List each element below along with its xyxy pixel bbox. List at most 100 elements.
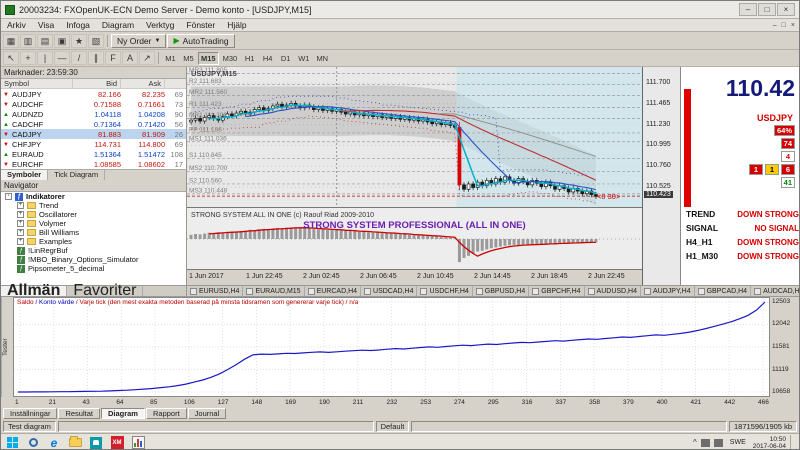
table-row-cadjpy[interactable]: CADJPY▼81.88381.90926 <box>1 129 186 139</box>
trendline-icon[interactable]: / <box>71 51 87 65</box>
channel-icon[interactable]: ∥ <box>88 51 104 65</box>
autotrading-button[interactable]: ▶ AutoTrading <box>167 34 234 48</box>
table-row-eurchf[interactable]: EURCHF▼1.085851.0860217 <box>1 159 186 169</box>
tree-group-oscillatorer[interactable]: +Oscillatorer <box>1 210 186 219</box>
column-ask[interactable]: Ask <box>121 79 165 88</box>
tray-expand-icon[interactable]: ^ <box>693 438 697 447</box>
tester-tab-inst-llningar[interactable]: Inställningar <box>3 408 57 419</box>
market-watch-tab-symboler[interactable]: Symboler <box>1 170 48 180</box>
chart-tab-euraud-m15[interactable]: EURAUD,M15 <box>243 286 304 296</box>
menu-arkiv[interactable]: Arkiv <box>1 20 32 30</box>
price-scale[interactable]: 111.700111.465111.230110.995110.760110.5… <box>642 67 681 285</box>
new-chart-icon[interactable]: ▦ <box>3 34 19 48</box>
tree-leaf-mbo-binary-options-simulator[interactable]: ƒ!MBO_Binary_Options_Simulator <box>1 255 186 264</box>
volume-icon[interactable] <box>714 439 723 447</box>
new-order-button[interactable]: Ny Order ▼ <box>111 34 166 48</box>
menu-visa[interactable]: Visa <box>32 20 60 30</box>
file-explorer-icon[interactable] <box>66 435 84 450</box>
chart-tab-usdchf-h4[interactable]: USDCHF,H4 <box>417 286 472 296</box>
network-icon[interactable] <box>701 439 710 447</box>
expand-icon[interactable]: + <box>17 211 24 218</box>
tree-group-bill-williams[interactable]: +Bill Williams <box>1 228 186 237</box>
profiles-icon[interactable]: ▥ <box>20 34 36 48</box>
chart-tab-audcad-h4[interactable]: AUDCAD,H4 <box>751 286 799 296</box>
tree-leaf-linregrbuf[interactable]: ƒ!LinRegrBuf <box>1 246 186 255</box>
timeframe-m5[interactable]: M5 <box>180 52 197 65</box>
indicator-chart[interactable]: STRONG SYSTEM ALL IN ONE (c) Raouf Riad … <box>187 207 642 269</box>
horizontal-line-icon[interactable]: — <box>54 51 70 65</box>
expand-icon[interactable]: + <box>17 229 24 236</box>
child-minimize-button[interactable]: – <box>773 22 777 29</box>
menu-infoga[interactable]: Infoga <box>60 20 96 30</box>
tester-tab-diagram[interactable]: Diagram <box>101 408 145 419</box>
cursor-icon[interactable]: ↖ <box>3 51 19 65</box>
minimize-button[interactable]: – <box>739 3 757 16</box>
timeframe-h4[interactable]: H4 <box>259 52 276 65</box>
crosshair-icon[interactable]: + <box>20 51 36 65</box>
fibonacci-icon[interactable]: F <box>105 51 121 65</box>
menu-f-nster[interactable]: Fönster <box>180 20 221 30</box>
column-bid[interactable]: Bid <box>73 79 121 88</box>
tree-root-indikatorer[interactable]: -ƒIndikatorer <box>1 192 186 201</box>
tester-tab-rapport[interactable]: Rapport <box>146 408 187 419</box>
tree-group-volymer[interactable]: +Volymer <box>1 219 186 228</box>
timeframe-m15[interactable]: M15 <box>198 52 219 65</box>
text-icon[interactable]: A <box>122 51 138 65</box>
timeframe-d1[interactable]: D1 <box>277 52 294 65</box>
menu-verktyg[interactable]: Verktyg <box>140 20 180 30</box>
market-watch-tab-tick-diagram[interactable]: Tick Diagram <box>48 170 105 180</box>
child-close-button[interactable]: × <box>791 22 795 29</box>
market-watch-icon[interactable]: ▤ <box>37 34 53 48</box>
main-chart[interactable]: MR3 111.805R2 111.683MR2 111.560R1 111.4… <box>187 67 642 207</box>
terminal-icon[interactable]: ▧ <box>88 34 104 48</box>
table-row-audjpy[interactable]: AUDJPY▼82.16682.23569 <box>1 89 186 99</box>
chart-tab-gbpchf-h4[interactable]: GBPCHF,H4 <box>529 286 584 296</box>
show-desktop-button[interactable] <box>790 435 794 450</box>
arrows-icon[interactable]: ↗ <box>139 51 155 65</box>
xm-icon[interactable]: XM <box>108 435 126 450</box>
chart-tab-eurusd-h4[interactable]: EURUSD,H4 <box>187 286 243 296</box>
timeframe-w1[interactable]: W1 <box>295 52 312 65</box>
edge-icon[interactable]: e <box>45 435 63 450</box>
data-window-icon[interactable]: ▣ <box>54 34 70 48</box>
expand-icon[interactable]: + <box>17 238 24 245</box>
chart-tab-audjpy-h4[interactable]: AUDJPY,H4 <box>641 286 695 296</box>
expand-icon[interactable]: + <box>17 220 24 227</box>
tester-tab-resultat[interactable]: Resultat <box>58 408 100 419</box>
chart-tab-eurcad-h4[interactable]: EURCAD,H4 <box>305 286 361 296</box>
column-symbol[interactable]: Symbol <box>1 79 73 88</box>
vertical-line-icon[interactable]: | <box>37 51 53 65</box>
taskbar-clock[interactable]: 10:50 2017-06-04 <box>753 436 786 450</box>
metatrader-icon[interactable] <box>129 435 147 450</box>
tester-tab-journal[interactable]: Journal <box>188 408 227 419</box>
tree-group-trend[interactable]: +Trend <box>1 201 186 210</box>
table-row-cadchf[interactable]: CADCHF▲0.713640.7142056 <box>1 119 186 129</box>
timeframe-m30[interactable]: M30 <box>220 52 241 65</box>
tree-leaf-pipsometer-5-decimal[interactable]: ƒPipsometer_5_decimal <box>1 264 186 273</box>
store-icon[interactable] <box>87 435 105 450</box>
timeframe-m1[interactable]: M1 <box>162 52 179 65</box>
table-row-euraud[interactable]: EURAUD▲1.513641.51472108 <box>1 149 186 159</box>
tester-vertical-label[interactable]: Tester <box>1 297 13 397</box>
cortana-icon[interactable] <box>24 435 42 450</box>
restore-button[interactable]: □ <box>758 3 776 16</box>
navigator-tab-allm-n[interactable]: Allmän <box>1 286 67 296</box>
chart-tab-usdcad-h4[interactable]: USDCAD,H4 <box>361 286 417 296</box>
table-row-audchf[interactable]: AUDCHF▼0.715880.7166173 <box>1 99 186 109</box>
chart-tab-audusd-h4[interactable]: AUDUSD,H4 <box>585 286 641 296</box>
table-row-chfjpy[interactable]: CHFJPY▼114.731114.80069 <box>1 139 186 149</box>
start-button[interactable] <box>3 435 21 450</box>
menu-hj-lp[interactable]: Hjälp <box>221 20 252 30</box>
timeframe-h1[interactable]: H1 <box>241 52 258 65</box>
navigator-icon[interactable]: ★ <box>71 34 87 48</box>
collapse-icon[interactable]: - <box>5 193 12 200</box>
table-row-audnzd[interactable]: AUDNZD▲1.041181.0420890 <box>1 109 186 119</box>
close-button[interactable]: × <box>777 3 795 16</box>
tree-group-examples[interactable]: +Examples <box>1 237 186 246</box>
expand-icon[interactable]: + <box>17 202 24 209</box>
status-profile[interactable]: Default <box>376 421 410 432</box>
child-restore-button[interactable]: □ <box>782 22 786 29</box>
language-indicator[interactable]: SWE <box>727 439 749 446</box>
chart-tab-gbpcad-h4[interactable]: GBPCAD,H4 <box>695 286 751 296</box>
navigator-tab-favoriter[interactable]: Favoriter <box>67 286 143 296</box>
